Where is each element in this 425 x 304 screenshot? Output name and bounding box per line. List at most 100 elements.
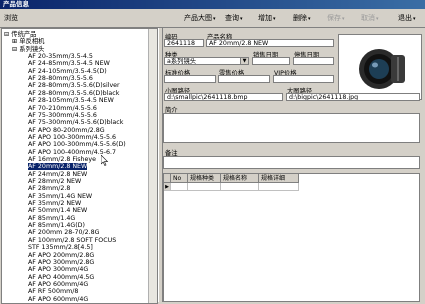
tree-group[interactable]: ⊞ 单反相机 [12,38,44,45]
tree-item[interactable]: AF 70-210mm/4.5-5.6 [28,105,97,112]
chevron-down-icon: ▾ [342,16,345,22]
tree-item[interactable]: AF 28-105mm/3.5-4.5 NEW [28,97,114,104]
toolbar-button-4[interactable]: 保存▾ [324,12,348,24]
tree-item[interactable]: AF 85mm/1.4G(D) [28,222,85,229]
chevron-down-icon[interactable]: ▼ [240,58,248,64]
toolbar-button-3[interactable]: 删除▾ [290,12,314,24]
toolbar-button-5[interactable]: 取消▾ [358,12,382,24]
tree-item[interactable]: AF 24-85mm/3.5-4.5 NEW [28,60,110,67]
retail-price-field[interactable] [218,75,270,83]
tree-item-label: AF 75-300mm/4.5-5.6 [28,111,97,119]
tree-item[interactable]: AF 20-35mm/3.5-4.5 [28,53,93,60]
toolbar-button-label: 删除 [293,14,307,22]
grid-cell[interactable] [221,183,259,191]
tree-group[interactable]: ⊟ 系列镜头 [12,46,44,53]
tree-item-label: 系列镜头 [19,45,45,53]
tree-item-label: AF RF 500mm/8 [28,288,79,296]
tree-item-label: 传统产品 [11,31,37,38]
tree-item-label: AF 24-105mm/3.5-4.5(D) [28,67,107,75]
std-price-field[interactable] [164,75,216,83]
grid-cell[interactable] [188,183,221,191]
tree-item[interactable]: AF 50mm/1.4 NEW [28,207,87,214]
stop-date-field[interactable] [293,57,334,65]
tree-item[interactable]: AF 28mm/2 NEW [28,178,81,185]
tree-item[interactable]: AF 24-105mm/3.5-4.5(D) [28,68,107,75]
tree-item-label: AF APO 300mm/4G [28,266,89,274]
category-value: a系列镜头 [167,58,197,65]
tree-item-label: AF APO 100-300mm/4.5-5.6 [28,133,116,141]
tree-item-label: AF APO 400mm/4.5G [28,273,95,281]
grid-header-name[interactable]: 规格名称 [221,174,259,183]
grid-header-type[interactable]: 规格种类 [188,174,221,183]
tree-item[interactable]: AF APO 600mm/4G [28,281,88,288]
window-title: 产品信息 [0,0,425,9]
tree-item-label: AF APO 100-300mm/4.5-5.6(D) [28,141,126,149]
tree-item[interactable]: AF 35mm/2 NEW [28,200,81,207]
tree-item[interactable]: AF 28-80mm/3.5-5.6 [28,75,93,82]
vip-price-field[interactable] [273,75,334,83]
product-photo [338,34,422,100]
tree-item[interactable]: AF 35mm/1.4G NEW [28,193,92,200]
tree-item[interactable]: AF RF 500mm/8 [28,288,78,295]
tree-item[interactable]: AF 24mm/2.8 NEW [28,171,87,178]
tree-item-label: AF APO 300mm/2.8G [28,258,95,266]
tree-item-label: AF 28-80mm/3.5-5.6(D)black [28,89,120,97]
tree-item-label: AF 85mm/1.4G(D) [28,222,85,230]
tree-item[interactable]: AF 75-300mm/4.5-5.6 [28,112,97,119]
tree-item[interactable]: AF 100mm/2.8 SOFT FOCUS [28,237,116,244]
category-select[interactable]: a系列镜头 ▼ [164,57,249,65]
large-path-field[interactable]: d:\bigpic\2641118.jpg [286,93,420,101]
tree-item[interactable]: AF 200mm 28-70/2.8G [28,229,100,236]
grid-cell[interactable] [171,183,188,191]
toolbar-button-label: 增加 [258,14,272,22]
tree-item[interactable]: AF APO 400mm/4.5G [28,274,94,281]
tree-item-label: AF 24-85mm/3.5-4.5 NEW [28,60,110,68]
chevron-down-icon: ▾ [413,16,416,22]
tree-item[interactable]: AF APO 100-300mm/4.5-5.6(D) [28,141,126,148]
code-field[interactable]: 2641118 [164,39,204,47]
tree-item[interactable]: AF 28-80mm/3.5-5.6(D)silver [28,82,120,89]
tree-item[interactable]: AF APO 200mm/2.8G [28,252,94,259]
chevron-down-icon: ▾ [376,16,379,22]
toolbar-button-6[interactable]: 退出▾ [395,12,419,24]
grid-cell[interactable] [259,183,299,191]
tree-item[interactable]: AF 28mm/2.8 [28,185,70,192]
toolbar-button-0[interactable]: 产品大图▾ [181,12,219,24]
grid-header-no[interactable]: No [171,174,188,183]
tree-item[interactable]: AF 20mm/2.8 NEW [28,163,88,171]
tree-item-label: AF APO 80-200mm/2.8G [28,126,105,134]
tree-item[interactable]: AF APO 80-200mm/2.8G [28,127,105,134]
product-tree[interactable]: ⊟ 传统产品 ⊞ 单反相机 ⊟ 系列镜头 AF 20-35mm/3.5-4.5 AF 2… [1,28,158,304]
tree-item[interactable]: AF 28-80mm/3.5-5.6(D)black [28,90,119,97]
tree-item-label: AF 85mm/1.4G [28,214,76,222]
toolbar-button-2[interactable]: 增加▾ [255,12,279,24]
tree-item[interactable]: AF APO 600mm/4G [28,296,88,303]
browse-label[interactable]: 浏览 [4,13,18,23]
tree-item-label: AF 35mm/2 NEW [28,200,82,208]
spec-grid[interactable]: No 规格种类 规格名称 规格详细 ▶ [163,173,420,302]
toolbar-button-1[interactable]: 查询▾ [222,12,246,24]
tree-item[interactable]: AF APO 100-300mm/4.5-5.6 [28,134,116,141]
tree-item-label: AF APO 600mm/4G [28,295,89,303]
tree-item[interactable]: AF APO 300mm/2.8G [28,259,94,266]
tree-item-label: AF 50mm/1.4 NEW [28,207,88,215]
tree-item-label: AF 200mm 28-70/2.8G [28,229,100,237]
tree-group[interactable]: ⊟ 传统产品 [4,31,36,38]
tree-item-label: 单反相机 [19,38,45,46]
chevron-down-icon: ▾ [273,16,276,22]
intro-textarea[interactable] [163,113,420,143]
mouse-cursor-icon [101,155,109,166]
remarks-textarea[interactable] [163,156,420,169]
tree-item[interactable]: STF 135mm/2.8[4.5] [28,244,93,251]
grid-header-detail[interactable]: 规格详细 [259,174,299,183]
tree-item[interactable]: AF 16mm/2.8 Fisheye [28,156,96,163]
tree-item-label: AF 24mm/2.8 NEW [28,170,88,178]
name-field[interactable]: AF 20mm/2.8 NEW [206,39,334,47]
tree-scrollbar[interactable] [148,29,157,303]
tree-item-label: AF 28-80mm/3.5-5.6 [28,75,93,83]
small-path-field[interactable]: d:\smallpic\2641118.bmp [164,93,283,101]
tree-item[interactable]: AF APO 300mm/4G [28,266,88,273]
sale-date-field[interactable] [252,57,290,65]
tree-item[interactable]: AF 85mm/1.4G [28,215,75,222]
tree-item[interactable]: AF 75-300mm/4.5-5.6(D)black [28,119,123,126]
